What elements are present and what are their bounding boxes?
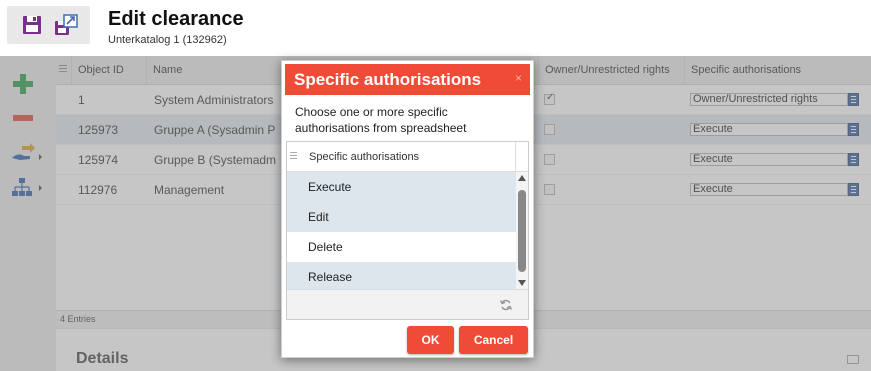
toolbar bbox=[7, 6, 90, 44]
save-button[interactable] bbox=[19, 13, 45, 37]
save-icon bbox=[23, 16, 41, 34]
list-item-label: Delete bbox=[308, 240, 343, 254]
page-subtitle: Unterkatalog 1 (132962) bbox=[108, 34, 227, 46]
scroll-down-icon[interactable] bbox=[518, 280, 526, 286]
dialog-instruction: Choose one or more specific authorisatio… bbox=[295, 105, 467, 135]
page-title: Edit clearance bbox=[108, 8, 244, 30]
close-icon[interactable]: × bbox=[515, 71, 522, 85]
list-scrollbar[interactable] bbox=[516, 172, 528, 289]
cancel-button[interactable]: Cancel bbox=[459, 326, 528, 354]
column-menu-icon[interactable] bbox=[290, 152, 297, 162]
refresh-button[interactable] bbox=[499, 298, 513, 312]
scroll-up-icon[interactable] bbox=[518, 175, 526, 181]
list-item-label: Release bbox=[308, 270, 353, 284]
list-item-delete[interactable]: Delete bbox=[287, 232, 516, 262]
dialog-header: Specific authorisations × bbox=[285, 64, 530, 95]
list-item-label: Execute bbox=[308, 180, 352, 194]
list-item-execute[interactable]: Execute bbox=[287, 172, 516, 202]
refresh-icon bbox=[499, 299, 513, 311]
specific-authorisations-dialog: Specific authorisations × Choose one or … bbox=[281, 60, 534, 358]
list-footer bbox=[287, 289, 528, 319]
authorisations-list: Specific authorisations Execute Edit Del… bbox=[286, 141, 529, 320]
header: Edit clearance Unterkatalog 1 (132962) bbox=[0, 0, 871, 56]
list-item-edit[interactable]: Edit bbox=[287, 202, 516, 232]
list-header-label: Specific authorisations bbox=[309, 151, 420, 163]
dialog-title: Specific authorisations bbox=[294, 70, 482, 89]
list-item-label: Edit bbox=[308, 210, 329, 224]
save-as-icon bbox=[55, 14, 78, 35]
save-as-button[interactable] bbox=[53, 13, 79, 37]
ok-button[interactable]: OK bbox=[407, 326, 454, 354]
scroll-thumb[interactable] bbox=[518, 190, 526, 272]
list-header: Specific authorisations bbox=[287, 142, 528, 172]
list-item-release[interactable]: Release bbox=[287, 262, 516, 289]
